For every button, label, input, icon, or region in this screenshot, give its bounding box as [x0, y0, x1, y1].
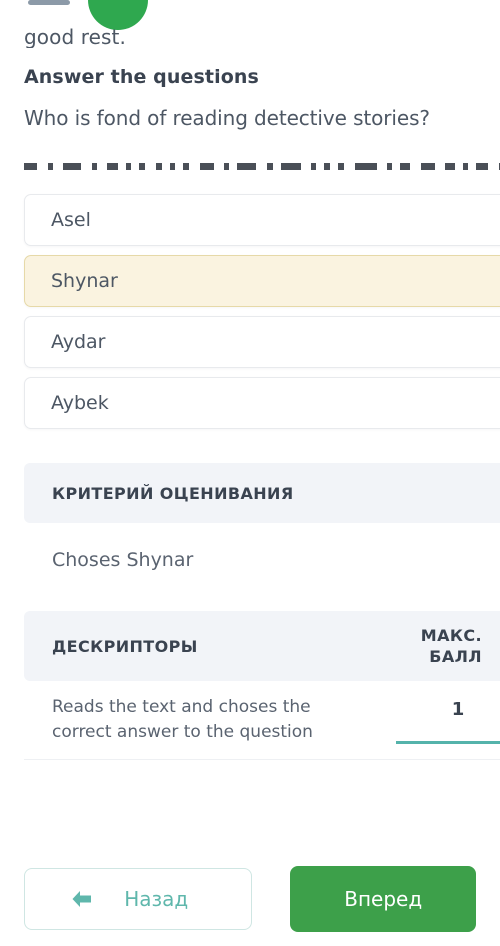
- max-score-label-line1: МАКС.: [420, 626, 482, 645]
- obscured-mark: [92, 162, 97, 170]
- obscured-mark: [463, 162, 468, 170]
- answer-option-label: Aydar: [51, 331, 106, 353]
- progress-bar-segment: [28, 0, 70, 5]
- obscured-mark: [63, 162, 81, 170]
- criteria-body-text: Choses Shynar: [52, 549, 194, 571]
- assessment-screen: good rest. Answer the questions Who is f…: [0, 0, 500, 946]
- score-underline: [396, 741, 500, 744]
- answer-option-label: Shynar: [51, 270, 118, 292]
- obscured-mark: [311, 162, 316, 170]
- obscured-mark: [200, 162, 214, 170]
- descriptors-table-header: ДЕСКРИПТОРЫ МАКС. БАЛЛ: [24, 611, 500, 681]
- obscured-mark: [476, 162, 488, 170]
- footer-navigation: Назад Вперед: [0, 852, 500, 946]
- back-button[interactable]: Назад: [24, 868, 253, 930]
- obscured-mark: [324, 162, 330, 170]
- obscured-mark: [183, 162, 189, 170]
- answer-option[interactable]: Aybek: [24, 377, 500, 429]
- descriptor-text: Reads the text and choses the correct an…: [52, 697, 313, 742]
- obscured-text-row: [0, 158, 500, 174]
- forward-button-label: Вперед: [344, 887, 423, 911]
- forward-button[interactable]: Вперед: [290, 866, 476, 932]
- obscured-mark: [400, 162, 410, 170]
- obscured-mark: [107, 162, 118, 170]
- obscured-mark: [281, 162, 301, 170]
- answer-option-label: Asel: [51, 209, 91, 231]
- obscured-mark: [355, 162, 377, 170]
- obscured-mark: [156, 162, 162, 170]
- descriptor-row: Reads the text and choses the correct an…: [24, 681, 500, 760]
- section-heading: Answer the questions: [24, 66, 259, 88]
- answer-option-label: Aybek: [51, 392, 109, 414]
- obscured-mark: [237, 162, 256, 170]
- answer-option[interactable]: Asel: [24, 194, 500, 246]
- max-score-column-header: МАКС. БАЛЛ: [372, 611, 492, 681]
- lesson-content: good rest. Answer the questions Who is f…: [0, 22, 500, 760]
- max-score-label-line2: БАЛЛ: [429, 647, 482, 666]
- obscured-mark: [445, 162, 455, 170]
- obscured-mark: [24, 162, 37, 170]
- obscured-mark: [139, 162, 145, 170]
- back-button-label: Назад: [124, 887, 189, 911]
- arrow-left-icon: [69, 888, 95, 910]
- obscured-mark: [267, 162, 273, 170]
- answer-option[interactable]: Aydar: [24, 316, 500, 368]
- descriptors-column-header: ДЕСКРИПТОРЫ: [52, 636, 198, 656]
- obscured-mark: [387, 162, 392, 170]
- answer-options-list: Asel Shynar Aydar Aybek: [0, 194, 500, 429]
- descriptors-table: ДЕСКРИПТОРЫ МАКС. БАЛЛ Reads the text an…: [24, 611, 500, 760]
- top-decoration: [0, 0, 500, 30]
- obscured-mark: [421, 162, 435, 170]
- obscured-mark: [338, 162, 344, 170]
- answer-option[interactable]: Shynar: [24, 255, 500, 307]
- obscured-text-line: [24, 162, 500, 170]
- score-value: 1: [451, 699, 465, 720]
- obscured-mark: [170, 162, 175, 170]
- question-text: Who is fond of reading detective stories…: [24, 106, 430, 130]
- passage-tail-text: good rest.: [24, 25, 126, 48]
- criteria-header: КРИТЕРИЙ ОЦЕНИВАНИЯ: [24, 463, 500, 523]
- descriptor-score-cell[interactable]: 1: [372, 681, 500, 759]
- obscured-mark: [48, 162, 53, 170]
- descriptors-rows: Reads the text and choses the correct an…: [24, 681, 500, 760]
- obscured-mark: [126, 162, 131, 170]
- obscured-mark: [224, 162, 229, 170]
- score-input[interactable]: 1: [396, 699, 500, 744]
